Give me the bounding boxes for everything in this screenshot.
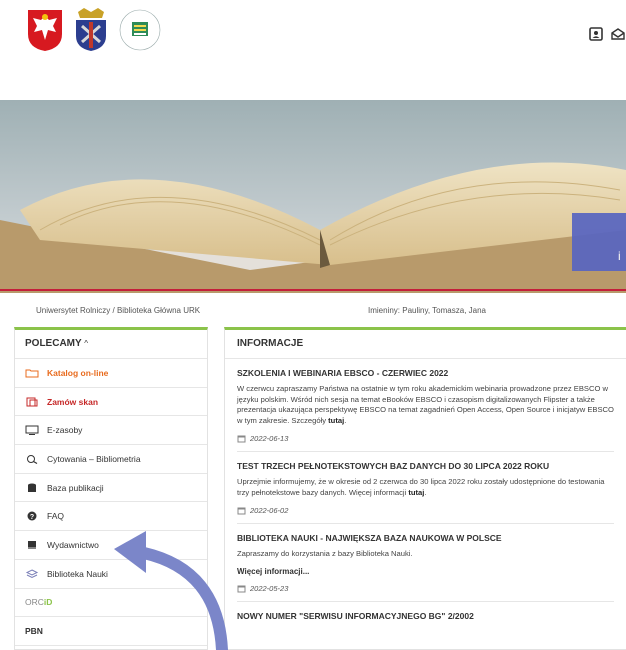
news-date-text: 2022-05-23 [250, 583, 289, 593]
news-panel: INFORMACJE SZKOLENIA I WEBINARIA EBSCO -… [224, 327, 626, 650]
hero-caption-text: i [618, 249, 621, 263]
polish-eagle-logo[interactable] [26, 8, 64, 52]
orcid-id-text: iD [43, 597, 53, 608]
library-seal-logo[interactable] [118, 8, 162, 52]
calendar-icon [237, 507, 246, 515]
news-body: W czerwcu zapraszamy Państwa na ostatnie… [237, 384, 614, 426]
sidebar-item-catalog[interactable]: Katalog on-line [15, 359, 207, 388]
news-date: 2022-05-23 [237, 584, 614, 602]
news-body: Zapraszamy do korzystania z bazy Bibliot… [237, 549, 413, 558]
site-header [0, 0, 626, 100]
news-title[interactable]: NOWY NUMER "SERWISU INFORMACYJNEGO BG" 2… [237, 611, 614, 621]
breadcrumb-separator: / [112, 306, 115, 315]
hero-slide-caption[interactable]: i [572, 213, 626, 271]
news-link[interactable]: tutaj [408, 488, 424, 497]
sidebar-item-faq[interactable]: ? FAQ [15, 502, 207, 532]
sidebar-header[interactable]: POLECAMY ^ [15, 330, 207, 359]
news-date: 2022-06-02 [237, 506, 614, 524]
sidebar-item-label: Baza publikacji [47, 482, 104, 493]
chevron-up-icon[interactable]: ^ [84, 339, 88, 348]
news-item: TEST TRZECH PEŁNOTEKSTOWYCH BAZ DANYCH D… [237, 461, 614, 524]
calendar-icon [237, 585, 246, 592]
news-list: SZKOLENIA I WEBINARIA EBSCO - CZERWIEC 2… [225, 368, 626, 621]
book-icon [28, 540, 36, 549]
sidebar-item-biblioteka-nauki[interactable]: Biblioteka Nauki [15, 560, 207, 589]
sidebar-item-label: Katalog on-line [47, 367, 109, 378]
folder-icon [25, 369, 39, 378]
contact-card-icon[interactable] [588, 26, 604, 42]
mail-icon[interactable] [610, 26, 626, 42]
sidebar-item-label: E-zasoby [47, 425, 83, 436]
citation-icon [27, 454, 38, 464]
news-body-tail: . [424, 487, 427, 497]
sidebar-item-orcid[interactable]: ORC iD [15, 589, 207, 618]
monitor-icon [25, 425, 39, 436]
sidebar-item-label: PBN [25, 626, 43, 637]
sidebar-item-publications-db[interactable]: Baza publikacji [15, 474, 207, 503]
sidebar-item-label: Biblioteka Nauki [47, 568, 108, 579]
name-days: Imieniny: Pauliny, Tomasza, Jana [368, 306, 486, 315]
sidebar-title: POLECAMY [25, 338, 82, 349]
breadcrumb-bar: Uniwersytet Rolniczy / Biblioteka Główna… [0, 293, 626, 327]
svg-text:?: ? [30, 514, 34, 521]
news-body-tail: . [344, 415, 347, 425]
hero-banner: i [0, 100, 626, 293]
news-body: Uprzejmie informujemy, że w okresie od 2… [237, 477, 614, 498]
breadcrumb: Uniwersytet Rolniczy / Biblioteka Główna… [36, 306, 200, 315]
news-date-text: 2022-06-02 [250, 506, 289, 515]
sidebar-item-label: FAQ [47, 511, 65, 522]
news-date: 2022-06-13 [237, 434, 614, 452]
sidebar-item-label: Cytowania – Bibliometria [47, 453, 141, 464]
news-title[interactable]: TEST TRZECH PEŁNOTEKSTOWYCH BAZ DANYCH D… [237, 461, 614, 471]
orcid-logo-text: ORC [25, 597, 44, 608]
logo-group [26, 8, 162, 52]
sidebar-item-order-scan[interactable]: Zamów skan [15, 388, 207, 417]
sidebar-item-citations[interactable]: Cytowania – Bibliometria [15, 445, 207, 474]
news-item: NOWY NUMER "SERWISU INFORMACYJNEGO BG" 2… [237, 611, 614, 621]
breadcrumb-item-university[interactable]: Uniwersytet Rolniczy [36, 306, 110, 315]
sidebar-item-pbn[interactable]: PBN [15, 617, 207, 646]
layers-icon [25, 569, 39, 578]
header-actions [588, 26, 626, 42]
news-date-text: 2022-06-13 [250, 434, 289, 443]
news-title[interactable]: SZKOLENIA I WEBINARIA EBSCO - CZERWIEC 2… [237, 368, 614, 378]
news-body-text: W czerwcu zapraszamy Państwa na ostatnie… [237, 384, 614, 425]
breadcrumb-item-library: Biblioteka Główna URK [116, 306, 201, 315]
question-icon: ? [27, 511, 37, 521]
sidebar-recommended: POLECAMY ^ Katalog on-line Zamów skan E-… [14, 327, 208, 650]
news-item: SZKOLENIA I WEBINARIA EBSCO - CZERWIEC 2… [237, 368, 614, 452]
news-panel-title: INFORMACJE [225, 330, 626, 359]
sidebar-item-e-resources[interactable]: E-zasoby [15, 416, 207, 446]
scan-icon [26, 397, 38, 407]
sidebar-item-label: Wydawnictwo [47, 539, 99, 550]
sidebar-item-publishing[interactable]: Wydawnictwo [15, 531, 207, 560]
news-title[interactable]: BIBLIOTEKA NAUKI - NAJWIĘKSZA BAZA NAUKO… [237, 533, 614, 543]
news-link[interactable]: tutaj [328, 416, 344, 425]
university-crest-logo[interactable] [72, 8, 110, 52]
news-item: BIBLIOTEKA NAUKI - NAJWIĘKSZA BAZA NAUKO… [237, 533, 614, 602]
open-book-image [0, 100, 626, 293]
database-icon [28, 483, 36, 492]
news-more-link[interactable]: Więcej informacji... [237, 567, 614, 576]
sidebar-item-label: Zamów skan [47, 396, 99, 407]
calendar-icon [237, 435, 246, 443]
